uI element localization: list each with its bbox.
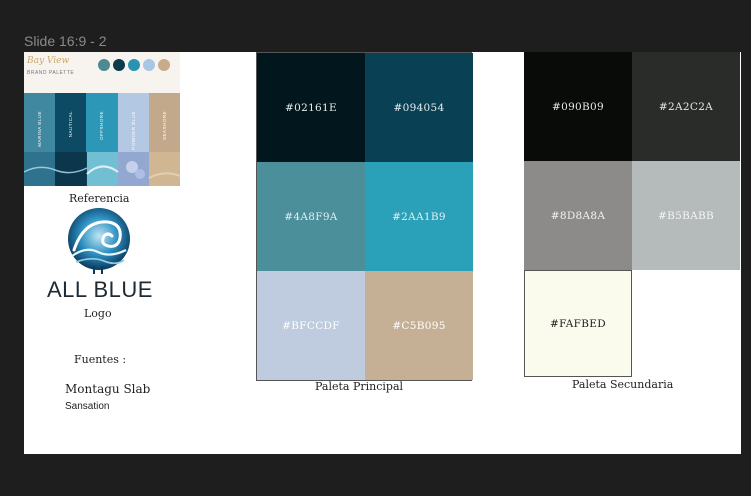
- reference-strip-label: OFFSHORE: [99, 111, 105, 141]
- reference-caption: Referencia: [69, 192, 130, 205]
- color-swatch[interactable]: #B5BABB: [632, 161, 740, 270]
- reference-dot: [158, 59, 170, 71]
- reference-strip-label: NAUTICAL: [68, 111, 74, 138]
- color-swatch[interactable]: #FAFBED: [524, 270, 632, 377]
- swatch-hex-label: #2AA1B9: [392, 210, 446, 223]
- font-primary-name: Montagu Slab: [65, 382, 151, 396]
- swatch-hex-label: #FAFBED: [550, 317, 606, 330]
- reference-dot: [113, 59, 125, 71]
- swatch-hex-label: #8D8A8A: [550, 209, 606, 222]
- swatch-hex-label: #02161E: [285, 101, 337, 114]
- logo-caption: Logo: [84, 307, 112, 320]
- swatch-hex-label: #C5B095: [392, 319, 446, 332]
- secondary-palette-grid: #090B09 #2A2C2A #8D8A8A #B5BABB #FAFBED: [524, 52, 740, 377]
- color-swatch[interactable]: #02161E: [257, 53, 365, 162]
- color-swatch[interactable]: #BFCCDF: [257, 271, 365, 380]
- swatch-hex-label: #4A8F9A: [284, 210, 338, 223]
- reference-dot: [128, 59, 140, 71]
- swatch-hex-label: #094054: [393, 101, 445, 114]
- reference-strip-label: SEASHORE: [161, 111, 167, 141]
- frame-label[interactable]: Slide 16:9 - 2: [24, 33, 107, 49]
- reference-dot: [143, 59, 155, 71]
- swatch-hex-label: #090B09: [551, 100, 605, 113]
- swatch-hex-label: #B5BABB: [657, 209, 715, 222]
- principal-palette-caption: Paleta Principal: [315, 380, 404, 393]
- ocean-photo-strip: [24, 152, 180, 186]
- color-swatch[interactable]: #2AA1B9: [365, 162, 473, 271]
- color-swatch[interactable]: #8D8A8A: [524, 161, 632, 270]
- slide-canvas[interactable]: Bay View BRAND PALETTE MARINA BLUE NAUTIC…: [24, 52, 741, 454]
- secondary-palette-caption: Paleta Secundaria: [572, 378, 674, 391]
- reference-dots: [98, 59, 170, 71]
- wave-logo-icon: [68, 208, 130, 274]
- reference-strip-label: MARINA BLUE: [37, 111, 43, 147]
- fonts-heading: Fuentes :: [74, 353, 127, 366]
- logo-wordmark: ALL BLUE: [47, 277, 153, 302]
- reference-subtitle: BRAND PALETTE: [27, 70, 75, 76]
- swatch-hex-label: #2A2C2A: [658, 100, 714, 113]
- reference-title: Bay View: [27, 56, 70, 66]
- reference-dot: [98, 59, 110, 71]
- reference-image: Bay View BRAND PALETTE MARINA BLUE NAUTIC…: [24, 52, 180, 186]
- reference-strips: MARINA BLUE NAUTICAL OFFSHORE POWDER BLUE SE…: [24, 93, 180, 186]
- color-swatch[interactable]: #4A8F9A: [257, 162, 365, 271]
- font-secondary-name: Sansation: [65, 401, 110, 412]
- color-swatch[interactable]: #094054: [365, 53, 473, 162]
- color-swatch[interactable]: #2A2C2A: [632, 52, 740, 161]
- color-swatch[interactable]: #090B09: [524, 52, 632, 161]
- principal-palette-grid: #02161E #094054 #4A8F9A #2AA1B9 #BFCCDF #C5B0…: [256, 52, 473, 381]
- color-swatch[interactable]: #C5B095: [365, 271, 473, 380]
- reference-strip-label: POWDER BLUE: [130, 111, 136, 150]
- swatch-hex-label: #BFCCDF: [282, 319, 340, 332]
